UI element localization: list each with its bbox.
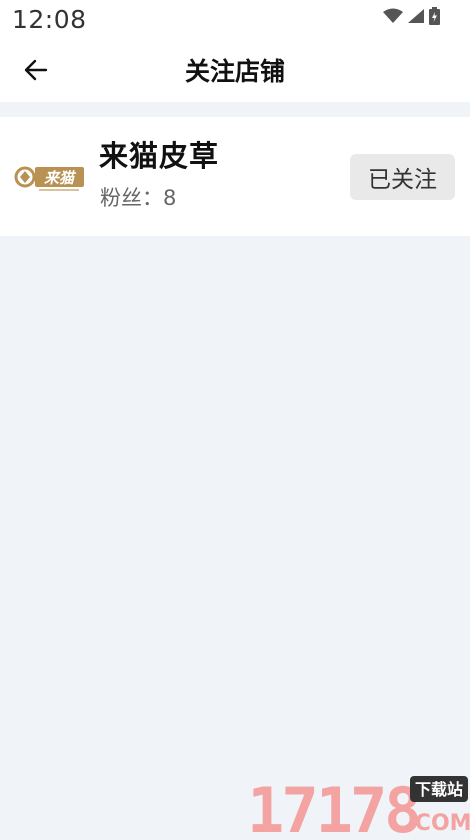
signal-icon xyxy=(408,9,424,23)
header: 关注店铺 xyxy=(0,40,470,102)
fans-value: 8 xyxy=(163,186,177,210)
followed-button[interactable]: 已关注 xyxy=(350,154,455,200)
watermark-number: 17178 xyxy=(247,774,419,836)
status-time: 12:08 xyxy=(12,5,87,34)
fans-label: 粉丝： xyxy=(100,186,163,210)
fans-count: 粉丝：8 xyxy=(100,182,176,212)
battery-icon xyxy=(429,7,440,25)
shop-logo: 来猫 xyxy=(13,157,85,197)
status-bar: 12:08 xyxy=(0,0,470,40)
watermark-tag: 下载站 xyxy=(415,780,463,799)
status-icons xyxy=(383,7,440,25)
watermark-domain: .COM xyxy=(406,811,470,836)
shop-name: 来猫皮草 xyxy=(99,139,220,173)
page-title: 关注店铺 xyxy=(184,57,285,86)
logo-text: 来猫 xyxy=(44,169,77,187)
wifi-icon xyxy=(383,8,403,23)
shop-card[interactable]: 来猫 来猫皮草 粉丝：8 已关注 xyxy=(0,117,470,236)
watermark: 17178 下载站 .COM xyxy=(247,770,470,840)
